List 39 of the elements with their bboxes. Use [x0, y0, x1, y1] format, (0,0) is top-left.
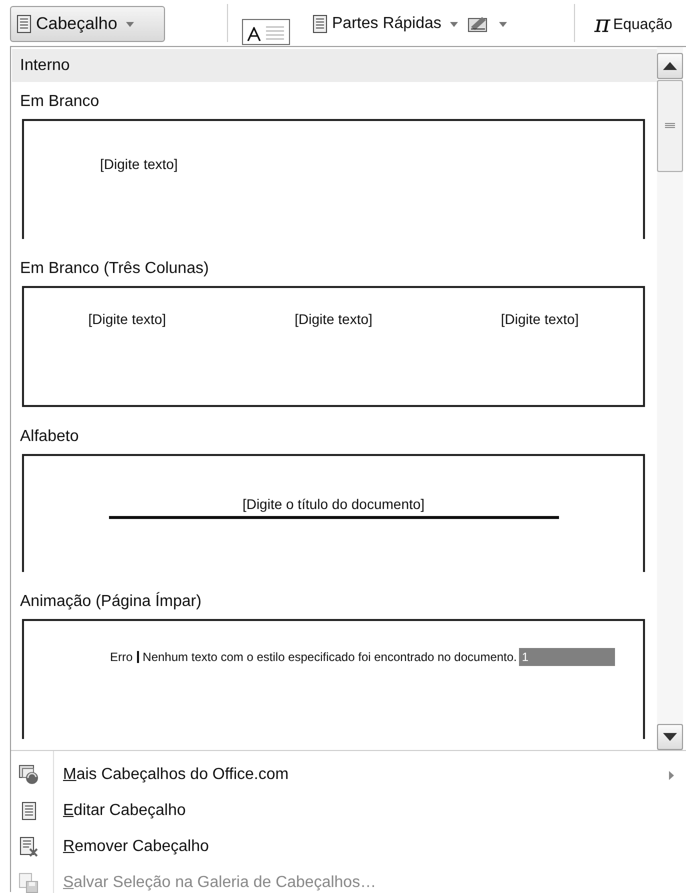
page-number: 1	[518, 648, 615, 666]
up-arrow-icon	[663, 62, 677, 70]
page-icon	[17, 15, 31, 33]
placeholder-text: [Digite texto]	[88, 311, 166, 327]
gallery-item-title: Alfabeto	[19, 427, 80, 447]
header-preview[interactable]: [Digite texto] [Digite texto] [Digite texto]	[22, 286, 645, 407]
scroll-thumb[interactable]	[657, 80, 683, 172]
header-preview[interactable]: [Digite o título do documento]	[22, 454, 645, 572]
submenu-arrow-icon	[669, 770, 674, 780]
page-remove-icon	[19, 837, 39, 857]
menu-item[interactable]: Mais Cabeçalhos do Office.com	[11, 757, 686, 793]
page-globe-icon	[19, 765, 39, 785]
placeholder-text: [Digite o título do documento]	[242, 496, 425, 512]
separator-bar	[136, 651, 139, 663]
caret-icon	[126, 22, 134, 26]
scroll-up-button[interactable]	[657, 53, 683, 79]
quick-parts-button[interactable]: Partes Rápidas	[308, 12, 464, 36]
menu-item[interactable]: Remover Cabeçalho	[11, 829, 686, 865]
page-icon	[313, 15, 327, 33]
down-arrow-icon	[663, 733, 677, 741]
placeholder-text: [Digite texto]	[294, 311, 372, 327]
header-button[interactable]: Cabeçalho	[10, 6, 165, 42]
category-header: Interno	[12, 49, 657, 82]
gallery-item-title: Em Branco	[19, 92, 100, 112]
scroll-down-button[interactable]	[657, 724, 683, 750]
placeholder-text: [Digite texto]	[500, 311, 579, 327]
gallery-item-title: Animação (Página Ímpar)	[19, 591, 202, 612]
placeholder-text: [Digite texto]	[100, 156, 178, 172]
error-message: Nenhum texto com o estilo especificado foi encontrado no documento.	[142, 650, 517, 664]
error-text: Erro	[110, 650, 133, 664]
caret-icon	[450, 22, 458, 26]
menu-item[interactable]: Editar Cabeçalho	[11, 793, 686, 829]
scrollbar[interactable]	[657, 47, 683, 750]
page-icon	[19, 802, 39, 820]
gallery-item-title: Em Branco (Três Colunas)	[19, 259, 210, 279]
caret-icon	[499, 22, 508, 26]
header-preview[interactable]: [Digite texto]	[22, 119, 645, 239]
text-box-icon[interactable]	[242, 19, 290, 45]
header-preview[interactable]: Erro Nenhum texto com o estilo especificado foi encontrado no documento. 1	[22, 619, 645, 739]
